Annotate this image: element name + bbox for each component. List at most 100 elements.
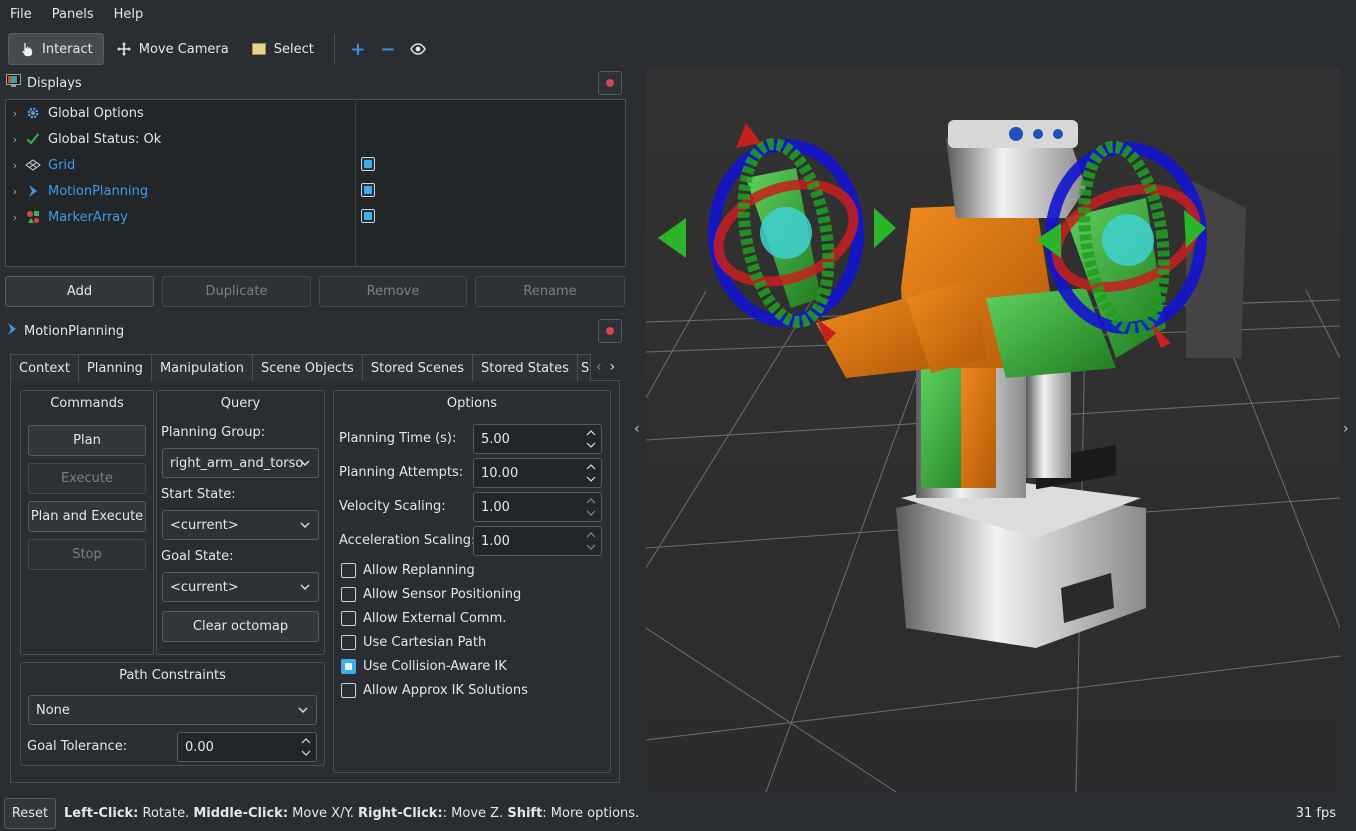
- tab-stored-scenes[interactable]: Stored Scenes: [361, 354, 473, 381]
- motion-planning-panel-header: MotionPlanning: [0, 316, 628, 346]
- menu-panels[interactable]: Panels: [46, 0, 100, 30]
- menu-file[interactable]: File: [4, 0, 38, 30]
- motion-planning-close-button[interactable]: [598, 319, 622, 343]
- use-collision-aware-ik-checkbox[interactable]: [341, 658, 356, 674]
- motion-planning-icon: [6, 322, 18, 340]
- stop-button[interactable]: Stop: [28, 539, 146, 570]
- use-cartesian-path-checkbox[interactable]: [341, 634, 356, 650]
- marker-array-enabled-checkbox[interactable]: [361, 209, 375, 223]
- execute-button[interactable]: Execute: [28, 463, 146, 494]
- commands-group: Commands Plan Execute Plan and Execute S…: [20, 390, 154, 655]
- collapse-right-icon[interactable]: ›: [1343, 421, 1349, 437]
- toolbar: Interact Move Camera Select + −: [0, 30, 1356, 68]
- tree-row-grid[interactable]: › Grid: [6, 152, 625, 178]
- chevron-down-icon: [300, 581, 310, 596]
- planning-time-spinbox[interactable]: 5.00: [473, 424, 602, 454]
- expand-arrow-icon[interactable]: ›: [6, 159, 24, 172]
- planning-group-select[interactable]: right_arm_and_torso: [162, 448, 319, 478]
- allow-approx-ik-option[interactable]: Allow Approx IK Solutions: [341, 680, 528, 700]
- allow-external-comm-option[interactable]: Allow External Comm.: [341, 608, 506, 628]
- allow-external-comm-checkbox[interactable]: [341, 610, 356, 626]
- tab-planning[interactable]: Planning: [77, 354, 152, 382]
- close-icon: [606, 327, 614, 335]
- tab-scroll-right-icon[interactable]: ›: [610, 359, 616, 375]
- tab-scene-objects[interactable]: Scene Objects: [251, 354, 363, 381]
- allow-replanning-option[interactable]: Allow Replanning: [341, 560, 475, 580]
- motion-planning-title: MotionPlanning: [24, 323, 125, 339]
- motion-planning-enabled-checkbox[interactable]: [361, 183, 375, 197]
- statusbar: Reset Left-Click: Rotate. Middle-Click: …: [0, 796, 1356, 831]
- spin-arrows-icon[interactable]: [585, 530, 597, 552]
- acceleration-scaling-spinbox[interactable]: 1.00: [473, 526, 602, 556]
- tab-stored-states[interactable]: Stored States: [472, 354, 578, 381]
- tab-truncated[interactable]: St: [576, 354, 591, 381]
- tree-row-global-options[interactable]: › Global Options: [6, 100, 625, 126]
- commands-title: Commands: [50, 396, 124, 411]
- status-help-text: Left-Click: Rotate. Middle-Click: Move X…: [64, 796, 639, 831]
- select-button[interactable]: Select: [241, 33, 324, 65]
- tree-row-marker-array[interactable]: › MarkerArray: [6, 204, 625, 230]
- collapse-left-icon[interactable]: ‹: [634, 421, 640, 437]
- monitor-icon: [6, 74, 21, 92]
- tree-label: MarkerArray: [48, 209, 128, 225]
- tab-context[interactable]: Context: [10, 354, 79, 381]
- robot-scene[interactable]: [646, 68, 1340, 792]
- use-collision-aware-ik-option[interactable]: Use Collision-Aware IK: [341, 656, 507, 676]
- displays-tree: › Global Options › Global Status: Ok › G…: [5, 99, 626, 267]
- velocity-scaling-spinbox[interactable]: 1.00: [473, 492, 602, 522]
- spin-arrows-icon[interactable]: [585, 462, 597, 484]
- grid-enabled-checkbox[interactable]: [361, 157, 375, 171]
- right-click-text: : Move Z.: [442, 806, 508, 821]
- move-camera-button[interactable]: Move Camera: [106, 33, 239, 65]
- path-constraints-select[interactable]: None: [28, 695, 317, 725]
- tab-scroll-left-icon[interactable]: ‹: [596, 359, 602, 375]
- goal-state-select[interactable]: <current>: [162, 572, 319, 602]
- spin-arrows-icon[interactable]: [585, 428, 597, 450]
- expand-arrow-icon[interactable]: ›: [6, 211, 24, 224]
- 3d-viewport[interactable]: [646, 68, 1340, 792]
- tab-manipulation[interactable]: Manipulation: [150, 354, 253, 381]
- expand-arrow-icon[interactable]: ›: [6, 133, 24, 146]
- displays-close-button[interactable]: [598, 71, 622, 95]
- spin-arrows-icon[interactable]: [585, 496, 597, 518]
- query-title: Query: [220, 396, 261, 411]
- checkbox-label: Use Collision-Aware IK: [363, 658, 507, 674]
- allow-replanning-checkbox[interactable]: [341, 562, 356, 578]
- duplicate-button[interactable]: Duplicate: [162, 276, 311, 307]
- remove-button[interactable]: Remove: [319, 276, 467, 307]
- planning-group-value: right_arm_and_torso: [170, 455, 304, 471]
- planning-attempts-spinbox[interactable]: 10.00: [473, 458, 602, 488]
- tree-label: Grid: [48, 157, 76, 173]
- start-state-select[interactable]: <current>: [162, 510, 319, 540]
- selection-box-icon: [251, 41, 267, 57]
- marker-array-icon: [24, 208, 42, 226]
- rename-button[interactable]: Rename: [475, 276, 625, 307]
- displays-title: Displays: [27, 75, 82, 91]
- plan-button[interactable]: Plan: [28, 425, 146, 456]
- clear-octomap-button[interactable]: Clear octomap: [162, 611, 319, 642]
- expand-arrow-icon[interactable]: ›: [6, 185, 24, 198]
- interact-button[interactable]: Interact: [8, 33, 104, 65]
- goal-tolerance-spinbox[interactable]: 0.00: [177, 732, 317, 762]
- displays-panel-header: Displays: [0, 68, 628, 98]
- planning-time-label: Planning Time (s):: [339, 431, 457, 446]
- menu-help[interactable]: Help: [108, 0, 150, 30]
- allow-approx-ik-checkbox[interactable]: [341, 682, 356, 698]
- add-tool-icon[interactable]: +: [343, 34, 373, 64]
- spin-arrows-icon[interactable]: [300, 736, 312, 758]
- add-button[interactable]: Add: [5, 276, 154, 307]
- interact-label: Interact: [42, 41, 93, 57]
- plan-and-execute-button[interactable]: Plan and Execute: [28, 501, 146, 532]
- checkbox-label: Use Cartesian Path: [363, 634, 487, 650]
- expand-arrow-icon[interactable]: ›: [6, 107, 24, 120]
- remove-tool-icon[interactable]: −: [373, 34, 403, 64]
- reset-button[interactable]: Reset: [4, 798, 56, 829]
- select-label: Select: [273, 41, 314, 57]
- eye-icon[interactable]: [403, 34, 433, 64]
- chevron-down-icon: [300, 519, 310, 534]
- tree-row-motion-planning[interactable]: › MotionPlanning: [6, 178, 625, 204]
- allow-sensor-positioning-checkbox[interactable]: [341, 586, 356, 602]
- use-cartesian-path-option[interactable]: Use Cartesian Path: [341, 632, 486, 652]
- allow-sensor-positioning-option[interactable]: Allow Sensor Positioning: [341, 584, 521, 604]
- tree-row-global-status[interactable]: › Global Status: Ok: [6, 126, 625, 152]
